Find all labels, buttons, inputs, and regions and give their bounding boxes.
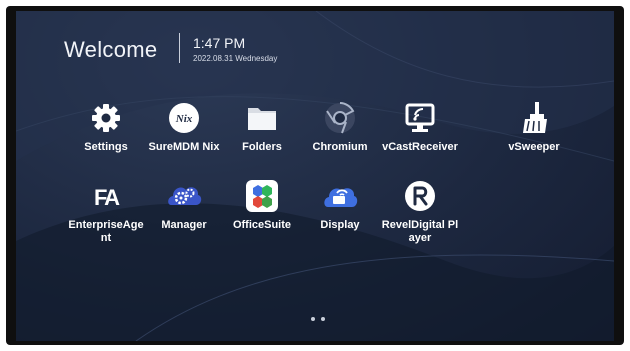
manager-gears-icon: [165, 177, 203, 215]
page-indicator: [311, 317, 327, 321]
app-chromium[interactable]: Chromium: [298, 99, 382, 154]
app-label: Display: [320, 219, 360, 231]
app-label: Settings: [84, 141, 128, 153]
app-label: EnterpriseAgent: [68, 219, 144, 244]
app-enterpriseagent[interactable]: FA EnterpriseAgent: [64, 177, 148, 245]
app-label: Folders: [242, 141, 282, 153]
suremdm-nix-icon: Nix: [165, 99, 203, 137]
officesuite-icon: [243, 177, 281, 215]
app-label: RevelDigital Player: [381, 219, 459, 244]
home-screen: Welcome 1:47 PM 2022.08.31 Wednesday Set…: [16, 11, 614, 341]
app-manager[interactable]: Manager: [142, 177, 226, 232]
app-display[interactable]: Display: [298, 177, 382, 232]
chromium-icon: [321, 99, 359, 137]
enterprise-agent-icon: FA: [87, 177, 125, 215]
app-settings[interactable]: Settings: [64, 99, 148, 154]
app-label: OfficeSuite: [232, 219, 292, 231]
welcome-title: Welcome: [64, 37, 158, 62]
display-icon: [321, 177, 359, 215]
app-folders[interactable]: Folders: [220, 99, 304, 154]
gear-icon: [87, 99, 125, 137]
folder-icon: [243, 99, 281, 137]
clock-date: 2022.08.31 Wednesday: [193, 54, 278, 63]
app-label: Manager: [161, 219, 207, 231]
app-officesuite[interactable]: OfficeSuite: [220, 177, 304, 232]
app-label: Chromium: [312, 141, 368, 153]
svg-text:Nix: Nix: [175, 113, 193, 125]
page-dot-active[interactable]: [311, 317, 315, 321]
reveldigital-icon: [401, 177, 439, 215]
app-label: vCastReceiver: [382, 141, 458, 153]
app-suremdm-nix[interactable]: Nix SureMDM Nix: [142, 99, 226, 154]
broom-icon: [515, 99, 553, 137]
app-vsweeper[interactable]: vSweeper: [492, 99, 576, 154]
app-label: SureMDM Nix: [148, 141, 220, 153]
page-dot[interactable]: [321, 317, 325, 321]
app-vcastreceiver[interactable]: vCastReceiver: [378, 99, 462, 154]
svg-text:FA: FA: [94, 185, 120, 210]
vcast-receiver-icon: [401, 99, 439, 137]
app-reveldigital-player[interactable]: RevelDigital Player: [378, 177, 462, 245]
clock-time: 1:47 PM: [193, 35, 246, 51]
app-label: vSweeper: [508, 141, 560, 153]
header-divider: [179, 33, 180, 63]
